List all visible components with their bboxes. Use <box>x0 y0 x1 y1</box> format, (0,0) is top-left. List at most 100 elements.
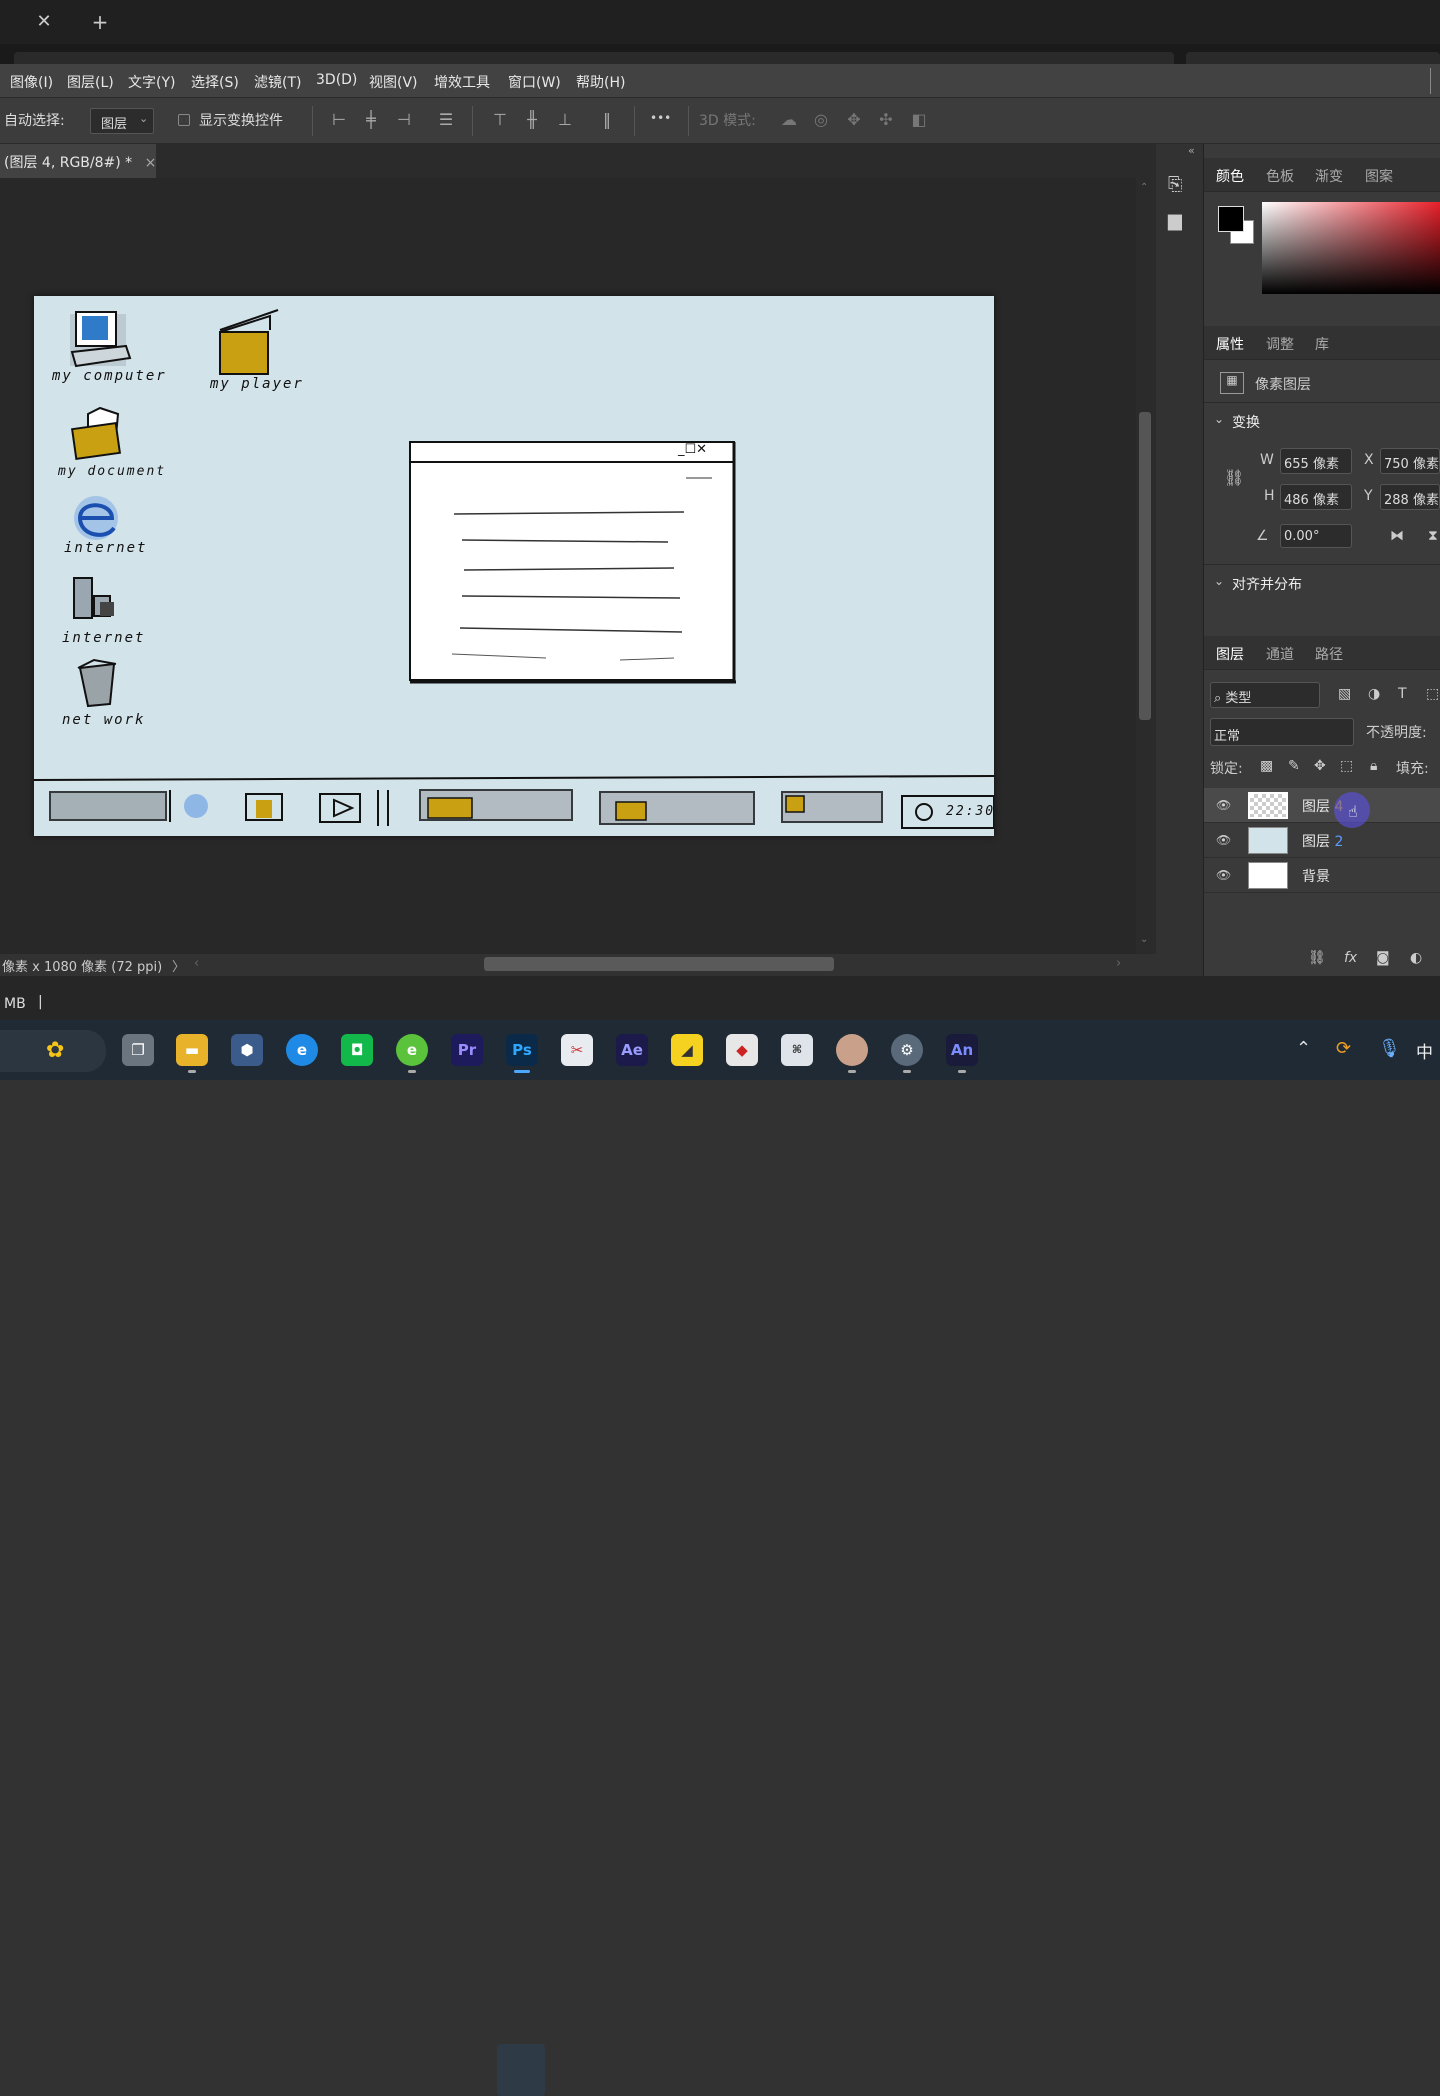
tab-color[interactable]: 颜色 <box>1216 166 1244 186</box>
align-top-icon[interactable]: ⊤ <box>490 110 510 130</box>
close-document-icon[interactable]: × <box>145 155 156 171</box>
layer-style-icon[interactable]: fx <box>1344 950 1357 966</box>
after-effects-icon[interactable]: Ae <box>616 1034 648 1066</box>
transform-heading[interactable]: 变换 <box>1232 412 1260 432</box>
layer-filter-dropdown[interactable]: ⌕ 类型 <box>1210 682 1320 708</box>
ime-indicator[interactable]: 中 <box>1416 1038 1433 1063</box>
settings-gear-icon[interactable]: ⚙ <box>891 1034 923 1066</box>
blend-mode-dropdown[interactable]: 正常 <box>1210 718 1354 746</box>
link-layers-icon[interactable]: ⛓ <box>1308 950 1326 966</box>
flip-vertical-icon[interactable]: ⧗ <box>1428 528 1438 544</box>
tab-adjustments[interactable]: 调整 <box>1266 334 1294 354</box>
more-options-icon[interactable]: ••• <box>650 111 671 125</box>
align-bottom-icon[interactable]: ⊥ <box>555 110 575 130</box>
menu-filter[interactable]: 滤镜(T) <box>254 72 301 92</box>
scroll-down-icon[interactable]: ⌄ <box>1140 934 1148 945</box>
widgets-button[interactable]: ✿ <box>0 1030 106 1072</box>
history-icon[interactable]: ⎘ <box>1168 174 1182 195</box>
slide-3d-icon[interactable]: ✣ <box>876 110 896 130</box>
chevron-up-icon[interactable]: ⌃ <box>1296 1038 1311 1059</box>
x-field[interactable]: 750 像素 <box>1380 448 1440 474</box>
filter-type-icon[interactable]: T <box>1398 686 1407 702</box>
snipping-tool-icon[interactable]: ✂ <box>561 1034 593 1066</box>
distribute-icon[interactable]: ☰ <box>436 110 456 130</box>
filter-shape-icon[interactable]: ⬚ <box>1426 686 1439 702</box>
new-tab-icon[interactable]: + <box>86 8 114 36</box>
foreground-color-swatch[interactable] <box>1218 206 1244 232</box>
visibility-eye-icon[interactable]: 👁︎ <box>1216 868 1232 882</box>
add-mask-icon[interactable]: ◙ <box>1376 950 1390 966</box>
keyboard-shortcut-icon[interactable]: ⌘ <box>781 1034 813 1066</box>
color-picker-field[interactable] <box>1262 202 1440 294</box>
align-hcenter-icon[interactable]: ╪ <box>361 110 381 130</box>
lock-artboard-icon[interactable]: ⬚ <box>1340 758 1353 774</box>
visibility-eye-icon[interactable]: 👁︎ <box>1216 833 1232 847</box>
menu-layer[interactable]: 图层(L) <box>67 72 114 92</box>
layer-name[interactable]: 背景 <box>1302 866 1330 886</box>
lock-all-icon[interactable]: 🔒︎ <box>1370 758 1377 774</box>
align-vcenter-icon[interactable]: ╫ <box>522 110 542 130</box>
vertical-scroll-thumb[interactable] <box>1139 412 1151 720</box>
menu-help[interactable]: 帮助(H) <box>576 72 625 92</box>
menu-type[interactable]: 文字(Y) <box>128 72 175 92</box>
angle-field[interactable]: 0.00° <box>1280 524 1352 548</box>
tab-gradients[interactable]: 渐变 <box>1315 166 1343 186</box>
chevron-down-icon[interactable]: ⌄ <box>1214 574 1224 588</box>
filter-pixel-icon[interactable]: ▧ <box>1338 686 1351 702</box>
photoshop-icon[interactable]: Ps <box>506 1034 538 1066</box>
task-view-icon[interactable]: ❐ <box>122 1034 154 1066</box>
premiere-icon[interactable]: Pr <box>451 1034 483 1066</box>
menu-view[interactable]: 视图(V) <box>369 72 418 92</box>
wechat-icon[interactable]: ◘ <box>341 1034 373 1066</box>
virtualbox-icon[interactable]: ⬢ <box>231 1034 263 1066</box>
scroll-left-icon[interactable]: ‹ <box>194 956 199 971</box>
scroll-right-icon[interactable]: › <box>1116 956 1121 971</box>
tab-patterns[interactable]: 图案 <box>1365 166 1393 186</box>
menu-select[interactable]: 选择(S) <box>191 72 239 92</box>
menu-3d[interactable]: 3D(D) <box>316 72 357 88</box>
document-tab[interactable]: (图层 4, RGB/8#) * × <box>0 144 156 178</box>
tab-properties[interactable]: 属性 <box>1216 334 1244 354</box>
sync-icon[interactable]: ⟳ <box>1336 1038 1351 1059</box>
distribute-vertical-icon[interactable]: ‖ <box>597 110 617 130</box>
sticky-notes-icon[interactable]: ◢ <box>671 1034 703 1066</box>
pan-3d-icon[interactable]: ✥ <box>844 110 864 130</box>
horizontal-scroll-thumb[interactable] <box>484 957 834 971</box>
status-menu-arrow[interactable]: 〉 <box>172 956 185 975</box>
browser-e-icon[interactable]: e <box>286 1034 318 1066</box>
adjustment-layer-icon[interactable]: ◐ <box>1410 950 1422 966</box>
flip-horizontal-icon[interactable]: ⧓ <box>1390 528 1404 544</box>
menu-plugins[interactable]: 增效工具 <box>434 72 490 92</box>
tab-layers[interactable]: 图层 <box>1216 644 1244 664</box>
file-explorer-icon[interactable]: ▬ <box>176 1034 208 1066</box>
align-distribute-heading[interactable]: 对齐并分布 <box>1232 574 1302 594</box>
align-left-icon[interactable]: ⊢ <box>329 110 349 130</box>
menu-window[interactable]: 窗口(W) <box>508 72 561 92</box>
visibility-eye-icon[interactable]: 👁︎ <box>1216 798 1232 812</box>
tab-swatches[interactable]: 色板 <box>1266 166 1294 186</box>
y-field[interactable]: 288 像素 <box>1380 484 1440 510</box>
auto-select-dropdown[interactable]: 图层 ⌄ <box>90 108 154 134</box>
close-tab-icon[interactable]: ✕ <box>30 8 58 36</box>
animate-icon[interactable]: An <box>946 1034 978 1066</box>
layer-name[interactable]: 图层 2 <box>1302 831 1343 851</box>
tab-channels[interactable]: 通道 <box>1266 644 1294 664</box>
winrar-icon[interactable]: ◆ <box>726 1034 758 1066</box>
menu-image[interactable]: 图像(I) <box>10 72 53 92</box>
width-field[interactable]: 655 像素 <box>1280 448 1352 474</box>
browser-360-icon[interactable]: e <box>396 1034 428 1066</box>
scroll-up-icon[interactable]: ⌃ <box>1140 182 1148 193</box>
lock-paint-icon[interactable]: ✎ <box>1288 758 1300 774</box>
chevron-down-icon[interactable]: ⌄ <box>1214 412 1224 426</box>
layer-row-2[interactable]: 👁︎ 图层 2 <box>1204 823 1440 858</box>
layer-row-background[interactable]: 👁︎ 背景 <box>1204 858 1440 893</box>
document-info[interactable]: 像素 x 1080 像素 (72 ppi) <box>2 956 162 975</box>
lock-move-icon[interactable]: ✥ <box>1314 758 1326 774</box>
camera-3d-icon[interactable]: ◧ <box>909 110 929 130</box>
tab-paths[interactable]: 路径 <box>1315 644 1343 664</box>
height-field[interactable]: 486 像素 <box>1280 484 1352 510</box>
link-dimensions-icon[interactable]: ⛓ <box>1224 468 1244 487</box>
filter-adjustment-icon[interactable]: ◑ <box>1368 686 1380 702</box>
avatar-icon[interactable] <box>836 1034 868 1066</box>
align-right-icon[interactable]: ⊣ <box>394 110 414 130</box>
